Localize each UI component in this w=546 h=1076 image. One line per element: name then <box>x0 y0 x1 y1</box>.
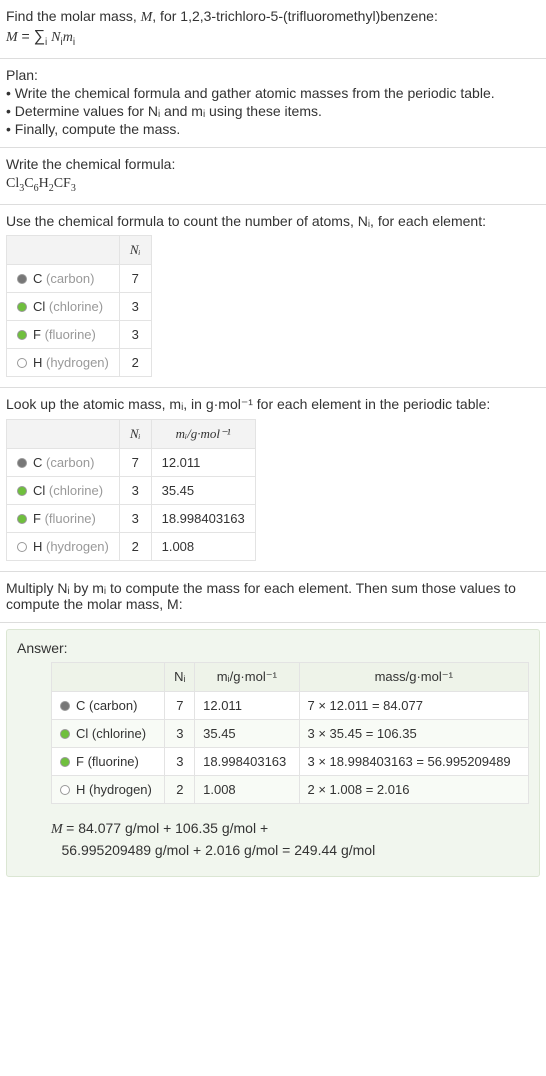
mass-cell: 2 × 1.008 = 2.016 <box>299 775 528 803</box>
col-m: mᵢ/g·mol⁻¹ <box>151 419 255 448</box>
final-line-2: 56.995209489 g/mol + 2.016 g/mol = 249.4… <box>62 842 376 858</box>
chem-heading: Write the chemical formula: <box>6 156 540 172</box>
element-swatch <box>17 542 27 552</box>
table-row: H (hydrogen)2 <box>7 348 152 376</box>
answer-box: Answer: Nᵢ mᵢ/g·mol⁻¹ mass/g·mol⁻¹ C (ca… <box>6 629 540 877</box>
element-cell: F (fluorine) <box>7 320 120 348</box>
table-row: C (carbon)7 <box>7 264 152 292</box>
element-swatch <box>60 785 70 795</box>
element-swatch <box>17 330 27 340</box>
plan-bullet-2: • Determine values for Nᵢ and mᵢ using t… <box>6 103 540 119</box>
n-cell: 3 <box>119 320 151 348</box>
element-swatch <box>60 729 70 739</box>
element-cell: H (hydrogen) <box>7 532 120 560</box>
element-cell: C (carbon) <box>52 691 165 719</box>
n-cell: 2 <box>165 775 195 803</box>
element-cell: F (fluorine) <box>7 504 120 532</box>
mass-cell: 7 × 12.011 = 84.077 <box>299 691 528 719</box>
table-row: H (hydrogen)21.0082 × 1.008 = 2.016 <box>52 775 529 803</box>
intro-section: Find the molar mass, M, for 1,2,3-trichl… <box>0 0 546 59</box>
n-cell: 3 <box>165 719 195 747</box>
element-swatch <box>17 458 27 468</box>
element-cell: C (carbon) <box>7 448 120 476</box>
element-swatch <box>17 358 27 368</box>
molar-mass-formula: M = ∑i Nimi <box>6 28 540 48</box>
table-header-row: Nᵢ <box>7 235 152 264</box>
multiply-section: Multiply Nᵢ by mᵢ to compute the mass fo… <box>0 572 546 623</box>
col-N: Nᵢ <box>119 235 151 264</box>
plan-heading: Plan: <box>6 67 540 83</box>
n-cell: 7 <box>119 448 151 476</box>
table-row: C (carbon)712.0117 × 12.011 = 84.077 <box>52 691 529 719</box>
m-cell: 35.45 <box>151 476 255 504</box>
element-cell: Cl (chlorine) <box>52 719 165 747</box>
count-section: Use the chemical formula to count the nu… <box>0 205 546 388</box>
m-cell: 12.011 <box>151 448 255 476</box>
plan-section: Plan: • Write the chemical formula and g… <box>0 59 546 148</box>
n-cell: 3 <box>119 504 151 532</box>
element-swatch <box>17 302 27 312</box>
multiply-heading: Multiply Nᵢ by mᵢ to compute the mass fo… <box>6 580 540 612</box>
m-cell: 35.45 <box>195 719 299 747</box>
n-cell: 3 <box>165 747 195 775</box>
table-row: H (hydrogen)21.008 <box>7 532 256 560</box>
col-mass: mass/g·mol⁻¹ <box>299 662 528 691</box>
element-cell: C (carbon) <box>7 264 120 292</box>
m-cell: 1.008 <box>151 532 255 560</box>
final-molar-mass: M = 84.077 g/mol + 106.35 g/mol + 56.995… <box>51 818 529 862</box>
col-N: Nᵢ <box>119 419 151 448</box>
mass-cell: 3 × 35.45 = 106.35 <box>299 719 528 747</box>
table-row: Cl (chlorine)335.45 <box>7 476 256 504</box>
element-swatch <box>60 757 70 767</box>
m-cell: 18.998403163 <box>195 747 299 775</box>
element-cell: H (hydrogen) <box>7 348 120 376</box>
element-swatch <box>60 701 70 711</box>
n-cell: 2 <box>119 348 151 376</box>
intro-line: Find the molar mass, M, for 1,2,3-trichl… <box>6 8 540 26</box>
element-cell: Cl (chlorine) <box>7 292 120 320</box>
table-row: F (fluorine)3 <box>7 320 152 348</box>
table-row: Cl (chlorine)335.453 × 35.45 = 106.35 <box>52 719 529 747</box>
table-header-row: Nᵢ mᵢ/g·mol⁻¹ <box>7 419 256 448</box>
element-cell: H (hydrogen) <box>52 775 165 803</box>
answer-table: Nᵢ mᵢ/g·mol⁻¹ mass/g·mol⁻¹ C (carbon)712… <box>51 662 529 804</box>
col-m: mᵢ/g·mol⁻¹ <box>195 662 299 691</box>
table-header-row: Nᵢ mᵢ/g·mol⁻¹ mass/g·mol⁻¹ <box>52 662 529 691</box>
final-line-1: = 84.077 g/mol + 106.35 g/mol + <box>66 820 268 836</box>
chemical-formula-section: Write the chemical formula: Cl3C6H2CF3 <box>0 148 546 205</box>
n-cell: 7 <box>165 691 195 719</box>
table-row: F (fluorine)318.9984031633 × 18.99840316… <box>52 747 529 775</box>
element-swatch <box>17 274 27 284</box>
count-table: Nᵢ C (carbon)7Cl (chlorine)3F (fluorine)… <box>6 235 152 377</box>
n-cell: 3 <box>119 476 151 504</box>
plan-bullet-3: • Finally, compute the mass. <box>6 121 540 137</box>
table-row: C (carbon)712.011 <box>7 448 256 476</box>
plan-bullet-1: • Write the chemical formula and gather … <box>6 85 540 101</box>
m-cell: 12.011 <box>195 691 299 719</box>
col-N: Nᵢ <box>165 662 195 691</box>
chemical-formula: Cl3C6H2CF3 <box>6 176 540 194</box>
answer-label: Answer: <box>17 640 529 656</box>
m-cell: 1.008 <box>195 775 299 803</box>
n-cell: 7 <box>119 264 151 292</box>
n-cell: 3 <box>119 292 151 320</box>
mass-table: Nᵢ mᵢ/g·mol⁻¹ C (carbon)712.011Cl (chlor… <box>6 419 256 561</box>
element-cell: Cl (chlorine) <box>7 476 120 504</box>
table-row: F (fluorine)318.998403163 <box>7 504 256 532</box>
element-swatch <box>17 514 27 524</box>
m-cell: 18.998403163 <box>151 504 255 532</box>
sum-index: i <box>45 37 47 48</box>
n-cell: 2 <box>119 532 151 560</box>
mass-section: Look up the atomic mass, mᵢ, in g·mol⁻¹ … <box>0 388 546 572</box>
element-swatch <box>17 486 27 496</box>
mass-cell: 3 × 18.998403163 = 56.995209489 <box>299 747 528 775</box>
element-cell: F (fluorine) <box>52 747 165 775</box>
table-row: Cl (chlorine)3 <box>7 292 152 320</box>
count-heading: Use the chemical formula to count the nu… <box>6 213 540 229</box>
mass-heading: Look up the atomic mass, mᵢ, in g·mol⁻¹ … <box>6 396 540 413</box>
